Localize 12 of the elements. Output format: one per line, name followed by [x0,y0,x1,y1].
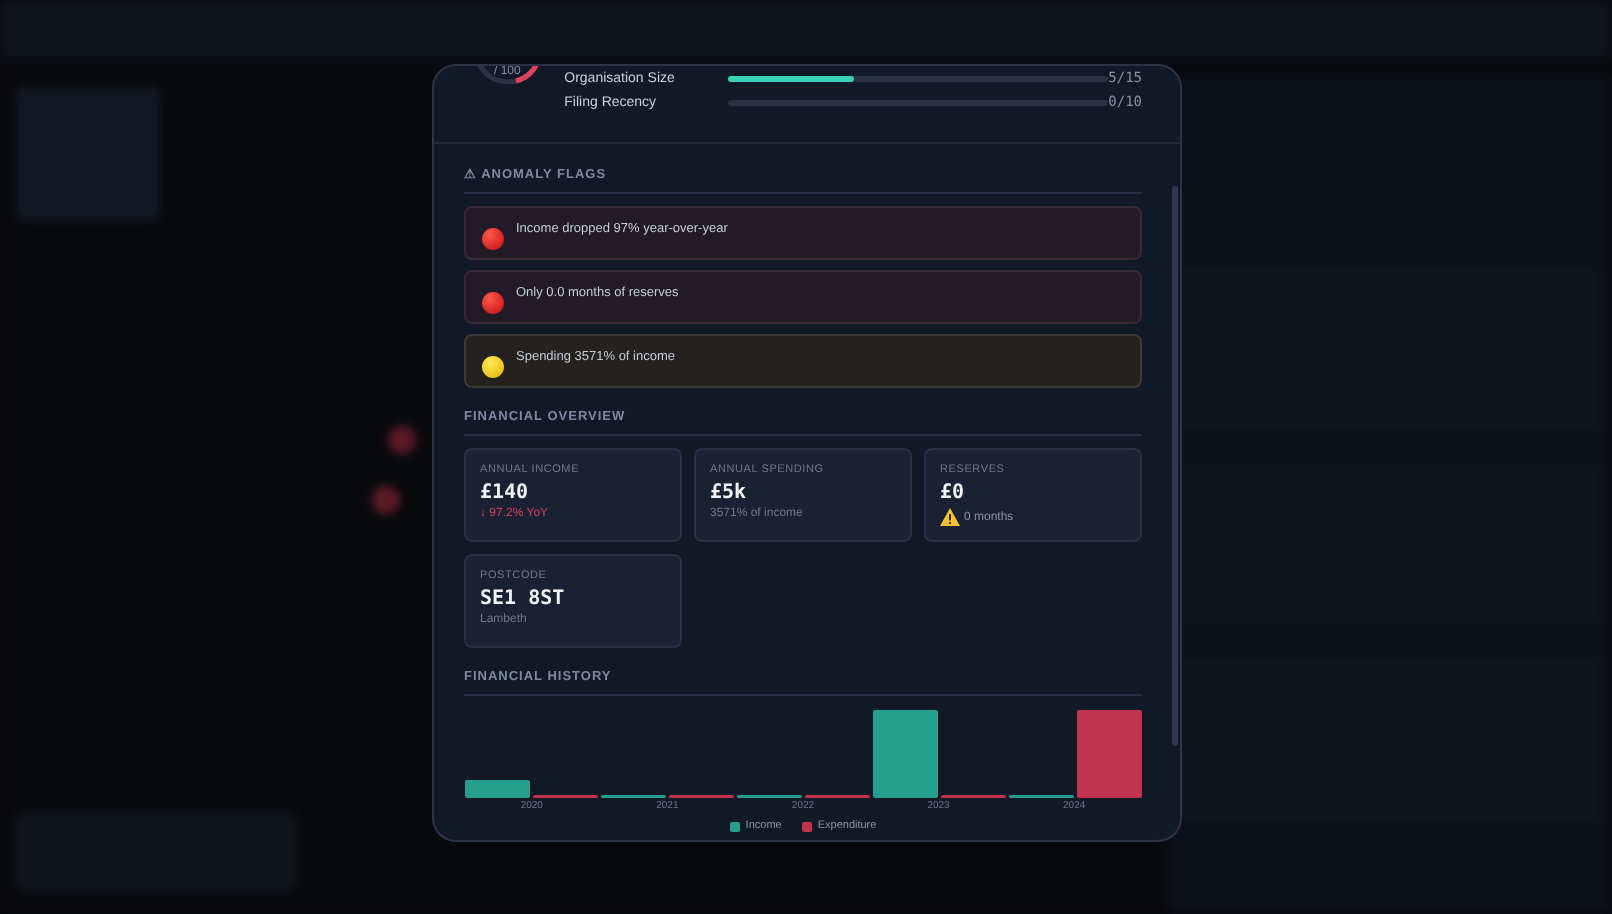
warning-icon [940,508,960,526]
stat-value: SE1 8ST [480,588,567,610]
stat-value: £0 [940,482,967,504]
scrollbar[interactable] [1172,186,1178,746]
income-bar [465,780,530,798]
stat-value: £5k [710,482,749,504]
expenditure-bar [1077,710,1142,798]
income-bar [873,710,938,798]
severity-dot-icon [482,228,504,250]
severity-dot-icon [482,292,504,314]
stat-value: £140 [480,482,531,504]
severity-dot-icon [482,356,504,378]
